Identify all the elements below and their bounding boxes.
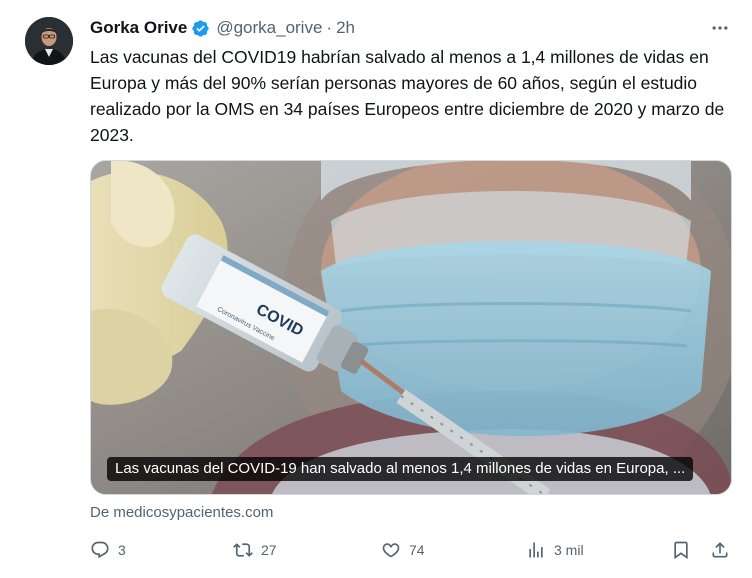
views-button[interactable]: 3 mil (526, 537, 584, 563)
repost-icon (233, 543, 253, 557)
tweet-header: Gorka Orive @gorka_orive · 2h (90, 17, 355, 39)
reply-bubble-icon (91, 541, 109, 559)
views-count: 3 mil (554, 542, 584, 558)
like-count: 74 (409, 542, 425, 558)
like-button[interactable]: 74 (381, 537, 425, 563)
verified-badge-icon (191, 19, 210, 38)
more-options-button[interactable] (708, 16, 732, 40)
tweet-actions: 3 27 74 3 mil (0, 537, 752, 563)
bookmark-icon (674, 541, 688, 560)
share-icon (712, 542, 728, 558)
views-chart-icon (529, 542, 543, 558)
link-source[interactable]: De medicosypacientes.com (90, 504, 273, 521)
reply-count: 3 (118, 542, 126, 558)
author-name[interactable]: Gorka Orive (90, 18, 187, 38)
vaccine-vial-photo: COVID Coronavirus Vaccine (91, 161, 731, 494)
repost-count: 27 (261, 542, 277, 558)
avatar[interactable] (25, 17, 73, 65)
more-dots-icon (712, 26, 728, 30)
heart-icon (382, 543, 400, 558)
tweet-timestamp[interactable]: 2h (336, 18, 355, 38)
tweet[interactable]: Gorka Orive @gorka_orive · 2h Las vacuna… (0, 0, 752, 578)
separator-dot: · (326, 18, 333, 37)
avatar-photo (25, 17, 73, 65)
reply-button[interactable]: 3 (90, 537, 126, 563)
link-card-image[interactable]: COVID Coronavirus Vaccine Las vacunas de… (90, 160, 732, 495)
share-button[interactable] (710, 537, 730, 563)
repost-button[interactable]: 27 (233, 537, 277, 563)
link-card-caption[interactable]: Las vacunas del COVID-19 han salvado al … (107, 457, 694, 481)
tweet-text: Las vacunas del COVID19 habrían salvado … (90, 47, 725, 145)
author-handle[interactable]: @gorka_orive (216, 18, 322, 38)
bookmark-button[interactable] (671, 537, 691, 563)
